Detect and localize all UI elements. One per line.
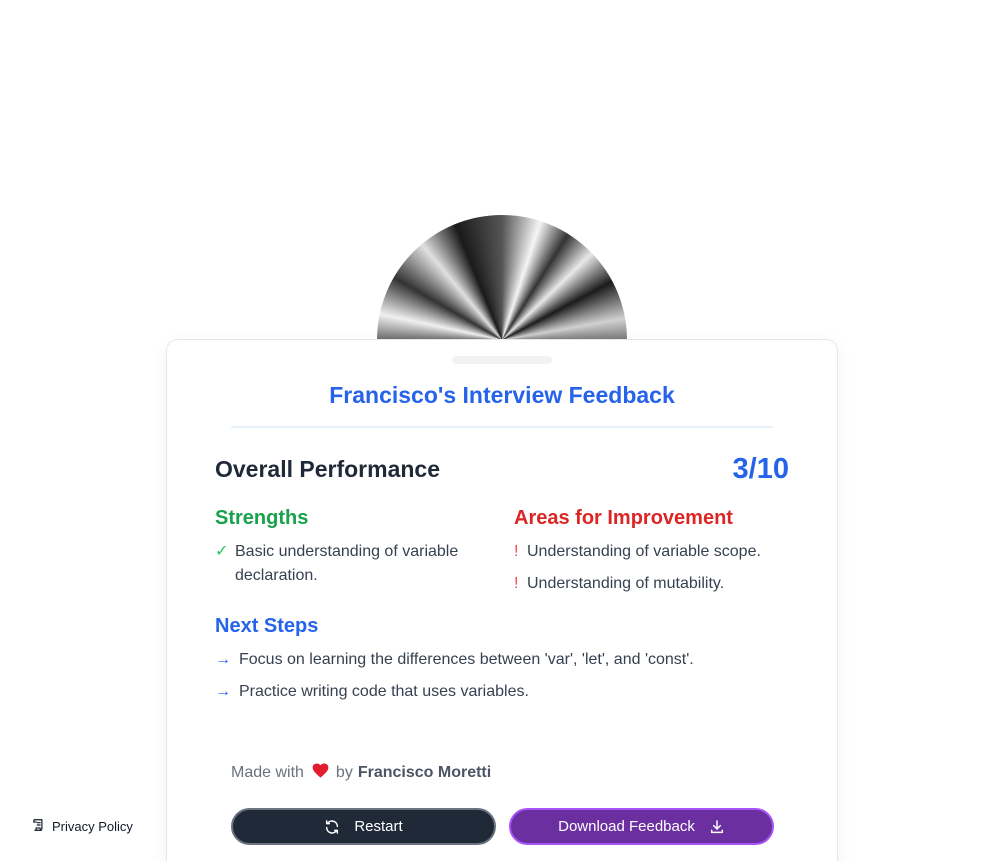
made-with-credit: Made with by Francisco Moretti bbox=[231, 763, 491, 783]
exclamation-icon: ! bbox=[514, 575, 519, 592]
strengths-heading: Strengths bbox=[215, 507, 309, 529]
improvements-heading: Areas for Improvement bbox=[514, 507, 733, 529]
improvement-text: Understanding of variable scope. bbox=[527, 543, 761, 560]
next-steps-heading: Next Steps bbox=[215, 615, 319, 637]
strength-text: Basic understanding of variable declarat… bbox=[235, 543, 459, 584]
title-divider bbox=[231, 426, 773, 428]
feedback-card: Francisco's Interview Feedback Overall P… bbox=[166, 339, 838, 861]
improvement-text: Understanding of mutability. bbox=[527, 575, 725, 592]
list-item: ! Understanding of mutability. bbox=[514, 572, 814, 596]
avatar bbox=[377, 215, 627, 339]
document-icon bbox=[32, 818, 46, 835]
arrow-right-icon: → bbox=[215, 651, 231, 668]
by-text: by bbox=[335, 764, 353, 781]
avatar-image bbox=[377, 215, 627, 339]
download-label: Download Feedback bbox=[558, 818, 695, 835]
arrow-right-icon: → bbox=[215, 683, 231, 700]
privacy-policy-link[interactable]: Privacy Policy bbox=[32, 818, 133, 835]
list-item: → Focus on learning the differences betw… bbox=[215, 648, 775, 672]
download-icon bbox=[709, 819, 725, 835]
improvements-list: ! Understanding of variable scope. ! Und… bbox=[514, 540, 814, 604]
list-item: ! Understanding of variable scope. bbox=[514, 540, 814, 564]
feedback-title: Francisco's Interview Feedback bbox=[329, 382, 675, 408]
restart-button[interactable]: Restart bbox=[231, 808, 496, 845]
next-step-text: Focus on learning the differences betwee… bbox=[239, 651, 694, 668]
exclamation-icon: ! bbox=[514, 543, 519, 560]
restart-label: Restart bbox=[354, 818, 403, 835]
heart-icon bbox=[312, 763, 329, 783]
list-item: ✓ Basic understanding of variable declar… bbox=[215, 540, 475, 588]
next-steps-list: → Focus on learning the differences betw… bbox=[215, 648, 775, 712]
check-icon: ✓ bbox=[215, 543, 229, 560]
drag-handle[interactable] bbox=[452, 356, 552, 364]
overall-performance-label: Overall Performance bbox=[215, 456, 441, 482]
made-with-text: Made with bbox=[231, 764, 304, 781]
score-value: 3/10 bbox=[732, 453, 789, 485]
refresh-icon bbox=[324, 819, 340, 835]
download-feedback-button[interactable]: Download Feedback bbox=[509, 808, 774, 845]
privacy-policy-label: Privacy Policy bbox=[52, 819, 133, 834]
strengths-list: ✓ Basic understanding of variable declar… bbox=[215, 540, 475, 596]
list-item: → Practice writing code that uses variab… bbox=[215, 680, 775, 704]
author-name: Francisco Moretti bbox=[357, 764, 492, 781]
next-step-text: Practice writing code that uses variable… bbox=[239, 683, 529, 700]
